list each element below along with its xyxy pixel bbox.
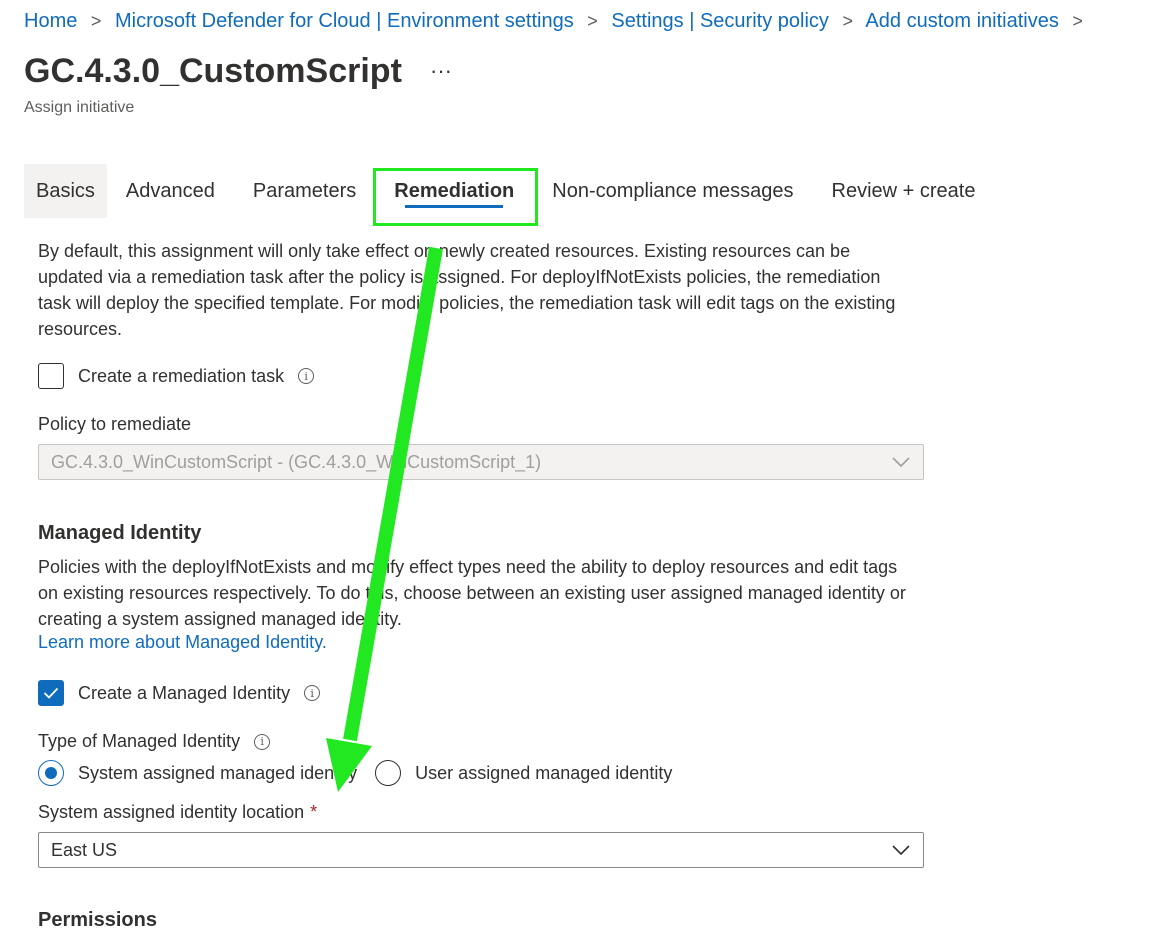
chevron-down-icon (892, 457, 910, 468)
radio-system-assigned-label: System assigned managed identity (78, 762, 358, 783)
identity-location-dropdown[interactable]: East US (38, 832, 924, 868)
policy-to-remediate-label: Policy to remediate (38, 414, 192, 434)
breadcrumb-home[interactable]: Home (24, 10, 77, 32)
tab-non-compliance-messages[interactable]: Non-compliance messages (533, 164, 812, 218)
active-tab-indicator (405, 205, 504, 208)
managed-identity-heading: Managed Identity (38, 522, 202, 544)
identity-location-label: System assigned identity location (38, 802, 305, 822)
learn-more-managed-identity-link[interactable]: Learn more about Managed Identity. (38, 632, 327, 653)
create-remediation-task-checkbox[interactable] (38, 363, 64, 389)
radio-user-assigned[interactable]: User assigned managed identity (375, 760, 672, 786)
create-remediation-task-row: Create a remediation task i (38, 363, 315, 389)
policy-to-remediate-dropdown: GC.4.3.0_WinCustomScript - (GC.4.3.0_Win… (38, 444, 924, 480)
page-title: GC.4.3.0_CustomScript (24, 52, 402, 90)
policy-to-remediate-value: GC.4.3.0_WinCustomScript - (GC.4.3.0_Win… (51, 451, 542, 472)
breadcrumb-separator: > (842, 11, 853, 31)
managed-identity-type-label-row: Type of Managed Identity i (38, 731, 271, 752)
radio-system-assigned-indicator (38, 760, 64, 786)
breadcrumb-separator: > (587, 11, 598, 31)
radio-system-assigned[interactable]: System assigned managed identity (38, 760, 357, 786)
more-options-button[interactable]: ··· (430, 58, 452, 84)
radio-user-assigned-label: User assigned managed identity (415, 762, 673, 783)
tab-review-create[interactable]: Review + create (813, 164, 995, 218)
breadcrumb-separator: > (90, 11, 102, 31)
identity-location-label-row: System assigned identity location * (38, 802, 317, 823)
breadcrumb-separator: > (1072, 11, 1083, 31)
tab-bar: Basics Advanced Parameters Remediation N… (24, 164, 994, 218)
create-managed-identity-row: Create a Managed Identity i (38, 680, 321, 706)
managed-identity-type-radio-group: System assigned managed identity User as… (38, 760, 690, 786)
create-managed-identity-label: Create a Managed Identity (78, 682, 291, 703)
breadcrumb-defender-env-settings[interactable]: Microsoft Defender for Cloud | Environme… (115, 10, 574, 32)
breadcrumb-add-custom-initiatives[interactable]: Add custom initiatives (865, 10, 1058, 32)
create-remediation-task-label: Create a remediation task (78, 365, 285, 386)
info-icon[interactable]: i (254, 733, 271, 750)
managed-identity-type-label: Type of Managed Identity (38, 731, 241, 751)
info-icon[interactable]: i (298, 368, 315, 384)
checkmark-icon (43, 687, 59, 699)
chevron-down-icon (892, 845, 910, 856)
required-asterisk: * (310, 802, 318, 822)
page-subtitle: Assign initiative (24, 99, 135, 116)
tab-remediation[interactable]: Remediation (375, 164, 533, 218)
create-managed-identity-checkbox[interactable] (38, 680, 64, 706)
identity-location-value: East US (51, 839, 118, 860)
remediation-description: By default, this assignment will only ta… (38, 241, 896, 339)
managed-identity-description: Policies with the deployIfNotExists and … (38, 557, 906, 629)
breadcrumb: Home > Microsoft Defender for Cloud | En… (24, 10, 1091, 33)
tab-advanced[interactable]: Advanced (107, 164, 234, 218)
info-icon[interactable]: i (304, 685, 321, 701)
radio-user-assigned-indicator (375, 760, 402, 786)
tab-basics[interactable]: Basics (24, 164, 107, 218)
tab-parameters[interactable]: Parameters (234, 164, 375, 218)
breadcrumb-security-policy[interactable]: Settings | Security policy (611, 10, 829, 32)
